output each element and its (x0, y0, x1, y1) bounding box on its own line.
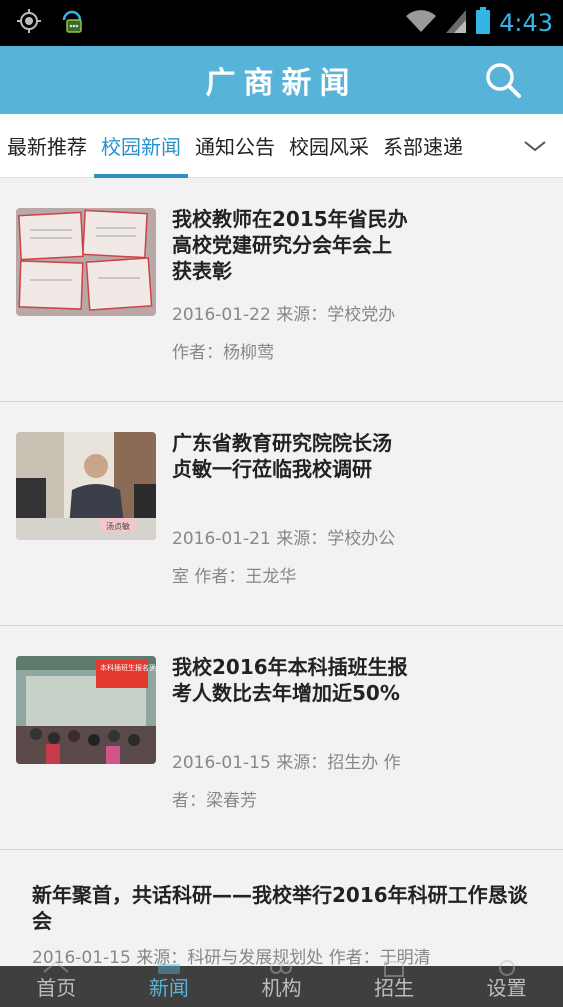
nav-organization[interactable]: 机构 (225, 962, 338, 1007)
tab-campus-style[interactable]: 校园风采 (282, 114, 376, 178)
tab-latest[interactable]: 最新推荐 (0, 114, 94, 178)
list-item[interactable]: 本科插班生报名确认处 我校2016年本科插班生报考人数比去年增加近50% 201… (0, 626, 563, 850)
tabs-more-button[interactable] (521, 134, 549, 158)
news-thumbnail (16, 208, 156, 316)
org-icon (270, 962, 293, 974)
news-icon (157, 964, 180, 974)
search-button[interactable] (483, 60, 523, 100)
list-item[interactable]: 汤贞敏 广东省教育研究院院长汤贞敏一行莅临我校调研 2016-01-21 来源：… (0, 402, 563, 626)
status-bar: 4:43 (0, 0, 563, 46)
notification-icon (58, 6, 86, 40)
list-item[interactable]: 我校教师在2015年省民办高校党建研究分会年会上获表彰 2016-01-22 来… (0, 178, 563, 402)
battery-icon (475, 7, 491, 39)
chevron-down-icon (524, 141, 546, 152)
news-title: 我校2016年本科插班生报考人数比去年增加近50% (172, 655, 408, 705)
news-title: 广东省教育研究院院长汤贞敏一行莅临我校调研 (172, 431, 392, 481)
enroll-icon (384, 961, 405, 977)
news-thumbnail: 汤贞敏 (16, 432, 156, 540)
search-icon (486, 63, 521, 98)
tab-department-news[interactable]: 系部速递 (376, 114, 470, 178)
news-meta: 2016-01-22 来源：学校党办 作者：杨柳莺 (172, 305, 396, 363)
news-list[interactable]: 我校教师在2015年省民办高校党建研究分会年会上获表彰 2016-01-22 来… (0, 178, 563, 966)
nav-settings[interactable]: 设置 (450, 960, 563, 1007)
gps-icon (16, 8, 42, 38)
news-title: 新年聚首，共话科研——我校举行2016年科研工作恳谈会 (32, 883, 528, 933)
list-item[interactable]: 新年聚首，共话科研——我校举行2016年科研工作恳谈会 2016-01-15 来… (0, 850, 563, 966)
nav-home[interactable]: 首页 (0, 960, 113, 1007)
bottom-navigation: 首页 新闻 机构 招生 设置 (0, 960, 563, 1007)
settings-icon (498, 960, 515, 976)
signal-icon (445, 8, 467, 38)
nameplate-label: 汤贞敏 (106, 521, 130, 531)
tab-notices[interactable]: 通知公告 (188, 114, 282, 178)
news-thumbnail: 本科插班生报名确认处 (16, 656, 156, 764)
nav-news[interactable]: 新闻 (113, 964, 226, 1007)
banner-label: 本科插班生报名确认处 (100, 663, 156, 672)
page-title: 广商新闻 (205, 66, 358, 101)
app-header: 广商新闻 (0, 46, 563, 114)
news-title: 我校教师在2015年省民办高校党建研究分会年会上获表彰 (172, 207, 408, 283)
nav-enrollment[interactable]: 招生 (338, 961, 451, 1007)
tab-campus-news[interactable]: 校园新闻 (94, 114, 188, 178)
wifi-icon (405, 8, 437, 38)
status-time: 4:43 (499, 9, 553, 37)
home-icon (43, 960, 69, 973)
category-tabs: 最新推荐 校园新闻 通知公告 校园风采 系部速递 (0, 114, 563, 178)
news-meta: 2016-01-21 来源：学校办公室 作者：王龙华 (172, 529, 396, 587)
news-meta: 2016-01-15 来源：招生办 作者：梁春芳 (172, 753, 401, 811)
